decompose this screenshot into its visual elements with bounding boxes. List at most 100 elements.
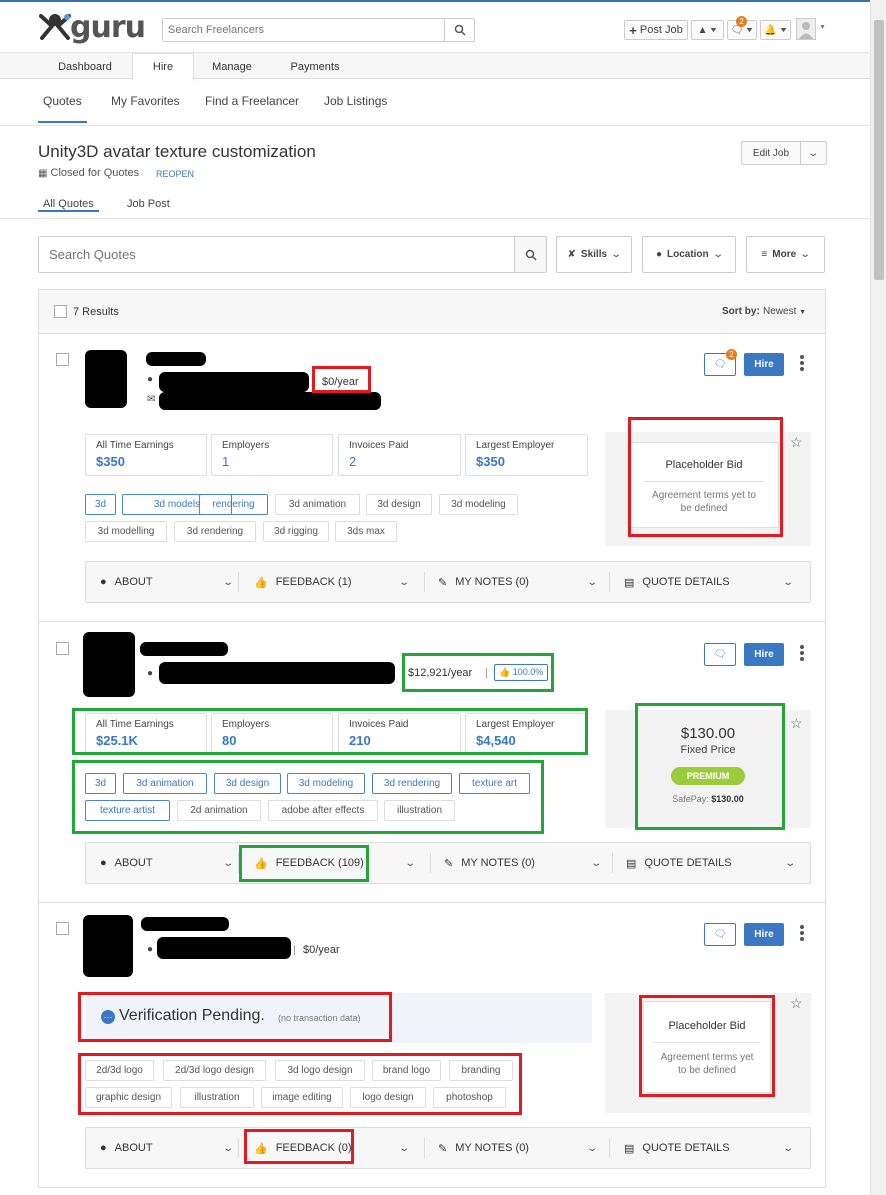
subnav-find-freelancer[interactable]: Find a Freelancer: [205, 94, 299, 108]
user-menu-chevron-icon[interactable]: ▼: [819, 24, 826, 31]
tab-job-post[interactable]: Job Post: [127, 198, 170, 210]
quote-select-checkbox[interactable]: [56, 642, 69, 655]
highlight-box-red: [78, 1053, 522, 1115]
feedback-section-toggle[interactable]: 👍 FEEDBACK (1) ⌄: [254, 562, 414, 602]
quote-details-section-toggle[interactable]: ▤ QUOTE DETAILS ⌄: [626, 843, 806, 883]
team-menu-button[interactable]: ▲ ▼: [691, 20, 724, 40]
edit-job-dropdown[interactable]: ⌄: [800, 142, 826, 164]
search-icon: [525, 249, 537, 261]
edit-job-button[interactable]: Edit Job: [742, 142, 800, 164]
freelancer-avatar-redacted: [85, 350, 127, 408]
stat-invoices-paid: Invoices Paid 2: [338, 434, 461, 476]
reopen-link[interactable]: REOPEN: [156, 169, 194, 179]
messages-menu-button[interactable]: 🗨 ▼ 2: [727, 16, 757, 40]
select-all-checkbox[interactable]: [54, 305, 67, 318]
skill-tag[interactable]: 3d: [85, 494, 116, 515]
quote-select-checkbox[interactable]: [56, 353, 69, 366]
subnav-quotes[interactable]: Quotes: [38, 94, 87, 123]
chevron-down-icon: ⌄: [784, 857, 797, 869]
notes-section-toggle[interactable]: ✎ MY NOTES (0) ⌄: [438, 1128, 603, 1168]
scrollbar-thumb[interactable]: [874, 20, 884, 280]
quote-details-label: QUOTE DETAILS: [642, 1142, 730, 1154]
highlight-box-green: [72, 708, 588, 755]
tabs-divider: [0, 218, 870, 219]
freelancer-location-redacted: [159, 662, 395, 684]
quote-details-section-toggle[interactable]: ▤ QUOTE DETAILS ⌄: [624, 1128, 804, 1168]
quote-search-input[interactable]: [39, 237, 509, 272]
chevron-down-icon: ⌄: [404, 857, 417, 869]
more-options-icon[interactable]: [800, 355, 804, 373]
tab-hire[interactable]: Hire: [132, 53, 194, 81]
results-header: 7 Results Sort by: Newest ▼: [38, 289, 826, 334]
notes-section-toggle[interactable]: ✎ MY NOTES (0) ⌄: [438, 562, 603, 602]
tab-manage[interactable]: Manage: [194, 53, 270, 80]
message-button[interactable]: 🗨 2: [704, 349, 737, 376]
favorite-star-icon[interactable]: ☆: [790, 715, 803, 732]
favorite-star-icon[interactable]: ☆: [790, 434, 803, 451]
skill-tag[interactable]: 3d rendering: [174, 521, 256, 542]
skill-tag[interactable]: 3d modelling: [85, 521, 167, 542]
hire-button[interactable]: Hire: [744, 643, 784, 666]
skills-filter-label: Skills: [580, 249, 608, 260]
skill-tag[interactable]: 3d modeling: [439, 494, 518, 515]
quote-select-checkbox[interactable]: [56, 922, 69, 935]
job-title: Unity3D avatar texture customization: [38, 142, 316, 161]
more-options-icon[interactable]: [800, 645, 804, 663]
notes-section-toggle[interactable]: ✎ MY NOTES (0) ⌄: [444, 843, 609, 883]
stat-value: $350: [96, 454, 125, 469]
plus-icon: +: [629, 22, 637, 38]
freelancer-search: [162, 18, 475, 42]
skill-tag[interactable]: 3d design: [366, 494, 432, 515]
freelancer-location-redacted: [159, 372, 309, 392]
about-section-toggle[interactable]: ● ABOUT ⌄: [100, 562, 240, 602]
quote-details-section-toggle[interactable]: ▤ QUOTE DETAILS ⌄: [624, 562, 804, 602]
stat-value: 2: [349, 454, 357, 469]
guru-logo[interactable]: guru: [38, 10, 148, 45]
message-button[interactable]: 🗨: [704, 923, 736, 946]
post-job-button[interactable]: + Post Job: [624, 20, 688, 40]
page-scrollbar[interactable]: [870, 0, 886, 1195]
user-avatar[interactable]: [796, 18, 816, 40]
tab-dashboard[interactable]: Dashboard: [38, 53, 132, 80]
favorite-star-icon[interactable]: ☆: [790, 995, 803, 1012]
calendar-icon: ▦: [38, 168, 48, 179]
chevron-down-icon: ⌄: [711, 249, 724, 260]
pencil-icon: ✎: [438, 576, 448, 589]
hire-button[interactable]: Hire: [744, 923, 784, 946]
tab-dashboard-label: Dashboard: [58, 60, 112, 73]
chat-icon: 🗨: [713, 649, 727, 660]
skill-tag[interactable]: 3d animation: [275, 494, 360, 515]
chevron-down-icon: ⌄: [222, 857, 235, 869]
tab-payments[interactable]: Payments: [270, 53, 360, 80]
subnav-job-listings[interactable]: Job Listings: [324, 94, 387, 108]
quote-search: [38, 236, 547, 273]
skill-tag[interactable]: 3ds max: [335, 521, 397, 542]
about-section-toggle[interactable]: ● ABOUT ⌄: [100, 843, 240, 883]
freelancer-search-input[interactable]: [163, 19, 443, 41]
notifications-menu-button[interactable]: 🔔 ▼: [760, 20, 791, 40]
chat-icon: 🗨: [713, 359, 727, 370]
edit-job-control: Edit Job ⌄: [741, 141, 827, 165]
about-section-toggle[interactable]: ● ABOUT ⌄: [100, 1128, 240, 1168]
skill-tag[interactable]: 3d rigging: [263, 521, 329, 542]
quote-details-label: QUOTE DETAILS: [644, 857, 732, 869]
document-icon: ▤: [624, 576, 635, 589]
person-icon: ●: [100, 857, 107, 869]
tab-all-quotes[interactable]: All Quotes: [38, 198, 99, 212]
more-options-icon[interactable]: [800, 925, 804, 943]
feedback-label: FEEDBACK (1): [275, 576, 352, 588]
sort-dropdown[interactable]: Newest ▼: [763, 306, 806, 317]
location-filter[interactable]: ● Location ⌄: [642, 236, 736, 273]
tab-hire-label: Hire: [152, 61, 174, 73]
freelancer-search-button[interactable]: [444, 19, 474, 41]
quote-search-button[interactable]: [514, 237, 546, 272]
highlight-box-green: [635, 703, 785, 830]
message-button[interactable]: 🗨: [704, 643, 736, 666]
more-filter[interactable]: ≡ More ⌄: [746, 236, 825, 273]
subnav-my-favorites[interactable]: My Favorites: [111, 94, 180, 108]
skills-filter[interactable]: ✘ Skills ⌄: [556, 236, 632, 273]
chevron-down-icon: ⌄: [398, 576, 411, 588]
envelope-icon: ✉: [147, 394, 156, 405]
skill-tag[interactable]: rendering: [199, 494, 268, 515]
hire-button[interactable]: Hire: [744, 353, 784, 376]
